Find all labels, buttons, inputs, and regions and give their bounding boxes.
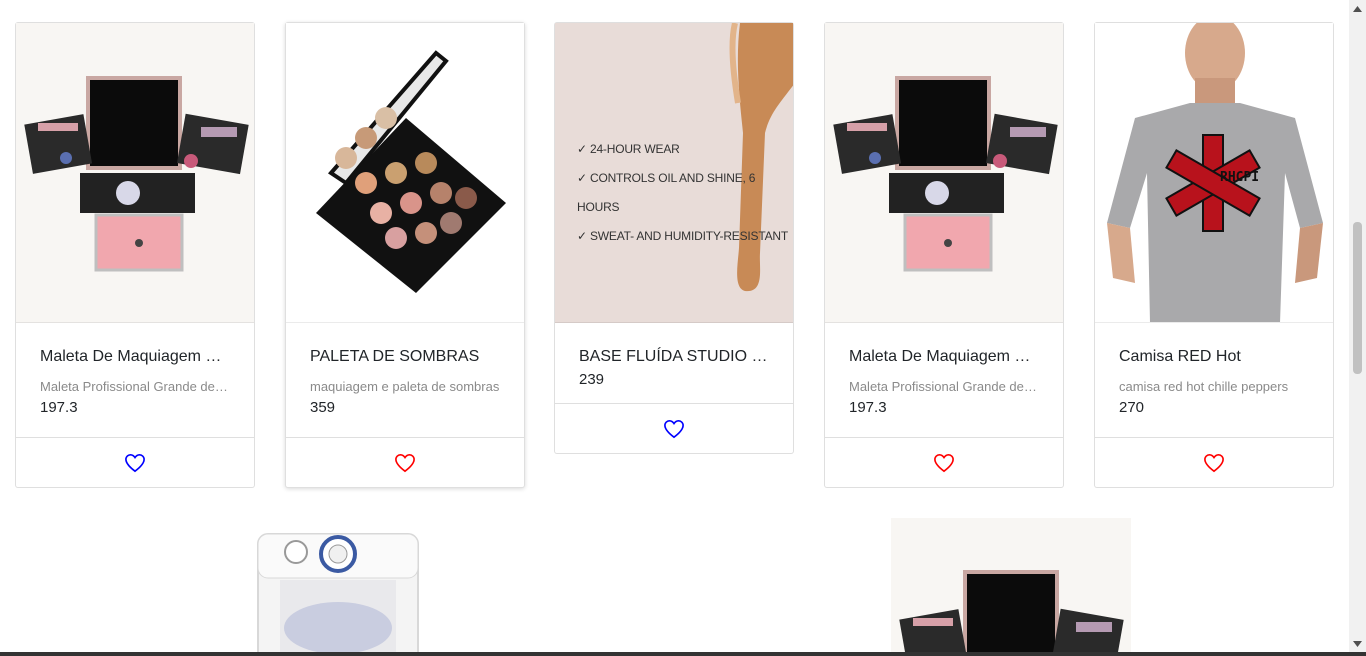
- product-price: 359: [310, 399, 336, 416]
- tshirt-image[interactable]: RHCPI: [1095, 23, 1333, 323]
- card-footer: [16, 437, 254, 487]
- makeup-case-image[interactable]: [16, 23, 254, 323]
- product-title[interactable]: BASE FLUÍDA STUDIO FIX: [579, 347, 769, 367]
- favorite-heart-icon[interactable]: [1203, 453, 1225, 473]
- feature-text: ✓ SWEAT- AND HUMIDITY-RESISTANT: [577, 229, 788, 243]
- card-footer: [825, 437, 1063, 487]
- favorite-heart-icon[interactable]: [394, 453, 416, 473]
- product-card[interactable]: PALETA DE SOMBRAS maquiagem e paleta de …: [285, 22, 525, 488]
- product-card[interactable]: RHCPI Camisa RED Hot camisa red hot chil…: [1094, 22, 1334, 488]
- product-title[interactable]: Maleta De Maquiagem Profissional: [849, 347, 1039, 367]
- washing-machine-image[interactable]: [218, 518, 458, 652]
- window-bottom-edge: [0, 652, 1366, 656]
- favorite-heart-icon[interactable]: [663, 419, 685, 439]
- scroll-up-arrow-icon[interactable]: [1349, 0, 1366, 17]
- product-title[interactable]: Maleta De Maquiagem Profissional: [40, 347, 230, 367]
- makeup-case-image[interactable]: [825, 23, 1063, 323]
- foundation-image[interactable]: ✓ 24-HOUR WEAR ✓ CONTROLS OIL AND SHINE,…: [555, 23, 793, 323]
- product-title[interactable]: Camisa RED Hot: [1119, 347, 1309, 367]
- product-grid: Maleta De Maquiagem Profissional Maleta …: [0, 0, 1349, 652]
- product-title[interactable]: PALETA DE SOMBRAS: [310, 347, 500, 367]
- product-price: 197.3: [849, 399, 887, 416]
- product-price: 197.3: [40, 399, 78, 416]
- eyeshadow-palette-image[interactable]: [286, 23, 524, 323]
- favorite-heart-icon[interactable]: [933, 453, 955, 473]
- shirt-print-text: RHCPI: [1220, 170, 1259, 185]
- scroll-down-arrow-icon[interactable]: [1349, 635, 1366, 652]
- scrollbar-thumb[interactable]: [1353, 222, 1362, 374]
- feature-text: ✓ CONTROLS OIL AND SHINE, 6 HOURS: [577, 171, 756, 214]
- product-price: 239: [579, 371, 605, 388]
- card-footer: [555, 403, 793, 453]
- product-description: Maleta Profissional Grande de Maquiagem: [40, 379, 230, 394]
- product-card[interactable]: Maleta De Maquiagem Profissional Maleta …: [824, 22, 1064, 488]
- product-description: Maleta Profissional Grande de Maquiagem: [849, 379, 1039, 394]
- favorite-heart-icon[interactable]: [124, 453, 146, 473]
- product-card[interactable]: ✓ 24-HOUR WEAR ✓ CONTROLS OIL AND SHINE,…: [554, 22, 794, 454]
- card-footer: [1095, 437, 1333, 487]
- product-description: camisa red hot chille peppers: [1119, 379, 1289, 394]
- product-price: 270: [1119, 399, 1145, 416]
- product-description: maquiagem e paleta de sombras: [310, 379, 500, 394]
- feature-text: ✓ 24-HOUR WEAR: [577, 142, 680, 156]
- vertical-scrollbar[interactable]: [1349, 0, 1366, 652]
- product-card[interactable]: Maleta De Maquiagem Profissional Maleta …: [15, 22, 255, 488]
- card-footer: [286, 437, 524, 487]
- makeup-case-image[interactable]: [891, 518, 1131, 652]
